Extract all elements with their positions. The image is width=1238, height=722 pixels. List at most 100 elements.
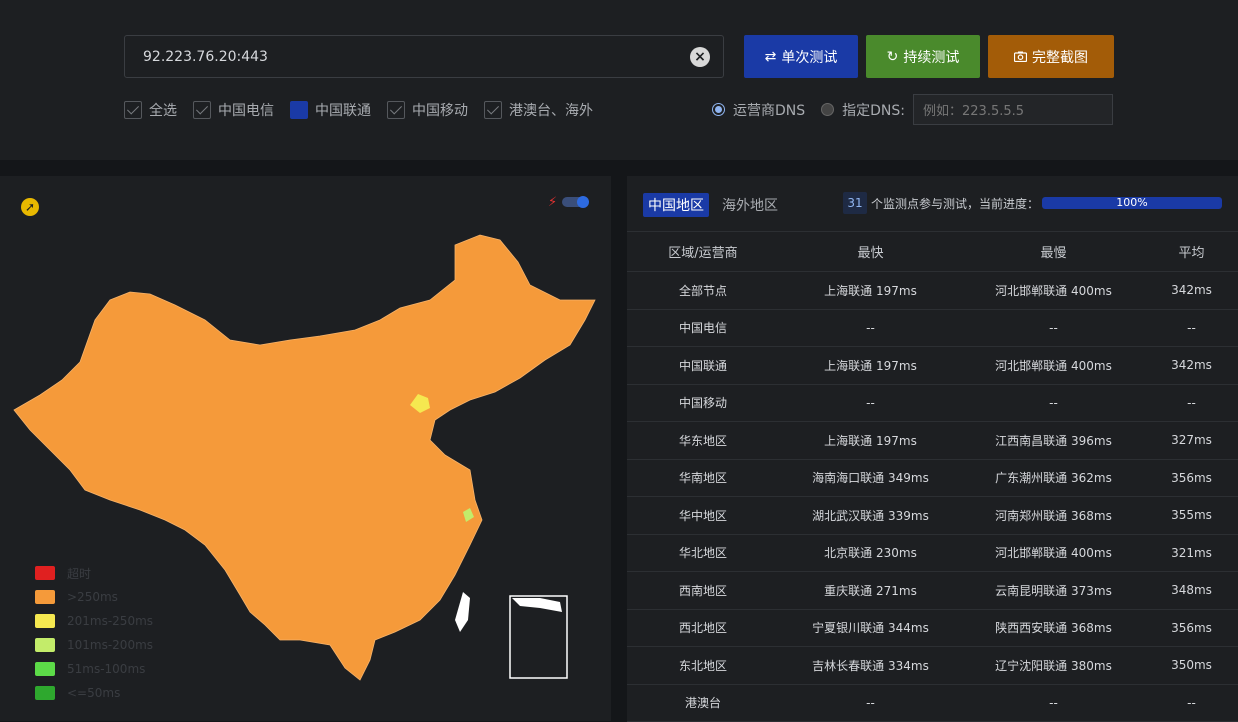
table-cell: 云南昆明联通 373ms xyxy=(962,571,1145,610)
table-cell: 华南地区 xyxy=(627,459,779,497)
target-address-input[interactable] xyxy=(143,48,663,65)
column-header: 最慢 xyxy=(962,231,1145,272)
camera-icon xyxy=(1014,51,1027,62)
single-test-label: 单次测试 xyxy=(781,49,838,66)
progress-label: 个监测点参与测试，当前进度： xyxy=(871,197,1040,211)
legend-swatch xyxy=(35,662,55,676)
filter-select-all[interactable]: 全选 xyxy=(124,100,177,120)
table-row: 全部节点 上海联通 197ms 河北邯郸联通 400ms 342ms xyxy=(627,271,1238,310)
table-cell: 西北地区 xyxy=(627,609,779,647)
table-row: 港澳台 -- -- -- xyxy=(627,684,1238,722)
table-cell: -- xyxy=(779,384,962,422)
table-cell: -- xyxy=(962,384,1145,422)
table-cell: 东北地区 xyxy=(627,646,779,685)
screenshot-label: 完整截图 xyxy=(1032,49,1088,66)
china-map-panel: ➚ ⚡ 超时 >250ms 201ms-250ms 101ms-200ms 51… xyxy=(0,176,611,721)
filter-china-mobile[interactable]: 中国移动 xyxy=(387,100,468,120)
custom-dns-input[interactable]: 例如：223.5.5.5 xyxy=(913,94,1113,125)
carrier-filter-group: 全选 中国电信 中国联通 中国移动 港澳台、海外 xyxy=(124,99,609,121)
filter-label: 港澳台、海外 xyxy=(509,103,593,119)
table-cell: 重庆联通 271ms xyxy=(779,571,962,610)
checkbox[interactable] xyxy=(484,101,502,119)
table-row: 中国联通 上海联通 197ms 河北邯郸联通 400ms 342ms xyxy=(627,346,1238,385)
refresh-icon: ⇄ xyxy=(764,48,777,65)
table-cell: 355ms xyxy=(1145,496,1238,535)
filter-label: 中国移动 xyxy=(412,103,468,119)
filter-label: 中国联通 xyxy=(315,103,371,119)
latency-legend: 超时 >250ms 201ms-250ms 101ms-200ms 51ms-1… xyxy=(35,561,153,705)
filter-hk-overseas[interactable]: 港澳台、海外 xyxy=(484,100,593,120)
table-cell: 江西南昌联通 396ms xyxy=(962,421,1145,460)
taiwan-region[interactable] xyxy=(455,592,470,632)
column-header: 区域/运营商 xyxy=(627,231,779,272)
table-cell: 河北邯郸联通 400ms xyxy=(962,346,1145,385)
operator-dns-label: 运营商DNS xyxy=(733,102,806,119)
table-row: 华北地区 北京联通 230ms 河北邯郸联通 400ms 321ms xyxy=(627,534,1238,572)
column-header: 最快 xyxy=(779,231,962,272)
table-cell: -- xyxy=(779,684,962,722)
legend-label: 51ms-100ms xyxy=(67,662,146,676)
table-row: 华中地区 湖北武汉联通 339ms 河南郑州联通 368ms 355ms xyxy=(627,496,1238,535)
table-cell: 342ms xyxy=(1145,271,1238,310)
auto-refresh-toggle[interactable] xyxy=(562,196,589,208)
table-cell: 中国联通 xyxy=(627,346,779,385)
table-cell: -- xyxy=(1145,309,1238,347)
table-cell: 华东地区 xyxy=(627,421,779,460)
legend-label: >250ms xyxy=(67,590,118,604)
legend-item: 51ms-100ms xyxy=(35,657,153,681)
custom-dns-radio[interactable] xyxy=(821,103,835,116)
filter-china-unicom[interactable]: 中国联通 xyxy=(290,100,371,120)
legend-label: <=50ms xyxy=(67,686,121,700)
table-cell: 342ms xyxy=(1145,346,1238,385)
checkbox[interactable] xyxy=(124,101,142,119)
table-row: 华东地区 上海联通 197ms 江西南昌联通 396ms 327ms xyxy=(627,421,1238,460)
table-cell: 广东潮州联通 362ms xyxy=(962,459,1145,497)
table-cell: 华中地区 xyxy=(627,496,779,535)
continuous-test-button[interactable]: ↻ 持续测试 xyxy=(866,35,980,78)
table-row: 西北地区 宁夏银川联通 344ms 陕西西安联通 368ms 356ms xyxy=(627,609,1238,647)
table-cell: 陕西西安联通 368ms xyxy=(962,609,1145,647)
results-table: 区域/运营商 最快 最慢 平均 全部节点 上海联通 197ms 河北邯郸联通 400… xyxy=(627,231,1238,722)
custom-dns-label: 指定DNS: xyxy=(842,102,905,119)
table-cell: 港澳台 xyxy=(627,684,779,722)
table-cell: 河南郑州联通 368ms xyxy=(962,496,1145,535)
filter-label: 中国电信 xyxy=(218,103,274,119)
checkbox[interactable] xyxy=(387,101,405,119)
checkbox[interactable] xyxy=(290,101,308,119)
table-cell: 中国移动 xyxy=(627,384,779,422)
single-test-button[interactable]: ⇄ 单次测试 xyxy=(744,35,858,78)
legend-swatch xyxy=(35,614,55,628)
table-row: 华南地区 海南海口联通 349ms 广东潮州联通 362ms 356ms xyxy=(627,459,1238,497)
legend-item: 超时 xyxy=(35,561,153,585)
tab-overseas-region[interactable]: 海外地区 xyxy=(717,193,783,217)
table-cell: 宁夏银川联通 344ms xyxy=(779,609,962,647)
screenshot-button[interactable]: 完整截图 xyxy=(988,35,1114,78)
table-cell: 华北地区 xyxy=(627,534,779,572)
target-search-box: × xyxy=(124,35,724,78)
monitor-count: 31 xyxy=(843,192,867,214)
table-cell: 吉林长春联通 334ms xyxy=(779,646,962,685)
table-cell: 356ms xyxy=(1145,609,1238,647)
tab-china-region[interactable]: 中国地区 xyxy=(643,193,709,217)
table-cell: -- xyxy=(779,309,962,347)
table-cell: -- xyxy=(962,309,1145,347)
legend-swatch xyxy=(35,566,55,580)
operator-dns-radio[interactable] xyxy=(712,103,725,116)
loop-icon: ↻ xyxy=(886,48,899,65)
table-cell: -- xyxy=(1145,684,1238,722)
top-control-bar: × ⇄ 单次测试 ↻ 持续测试 完整截图 全选 中国电信 中国联通 中国移动 港… xyxy=(0,0,1238,160)
checkbox[interactable] xyxy=(193,101,211,119)
table-row: 中国电信 -- -- -- xyxy=(627,309,1238,347)
table-row: 东北地区 吉林长春联通 334ms 辽宁沈阳联通 380ms 350ms xyxy=(627,646,1238,685)
legend-swatch xyxy=(35,686,55,700)
legend-label: 201ms-250ms xyxy=(67,614,154,628)
table-cell: 348ms xyxy=(1145,571,1238,610)
legend-label: 超时 xyxy=(67,566,92,581)
legend-label: 101ms-200ms xyxy=(67,638,154,652)
table-cell: 356ms xyxy=(1145,459,1238,497)
filter-china-telecom[interactable]: 中国电信 xyxy=(193,100,274,120)
table-cell: 湖北武汉联通 339ms xyxy=(779,496,962,535)
x-circle-icon[interactable]: × xyxy=(690,47,710,67)
legend-swatch xyxy=(35,638,55,652)
inset-islands xyxy=(512,598,562,612)
